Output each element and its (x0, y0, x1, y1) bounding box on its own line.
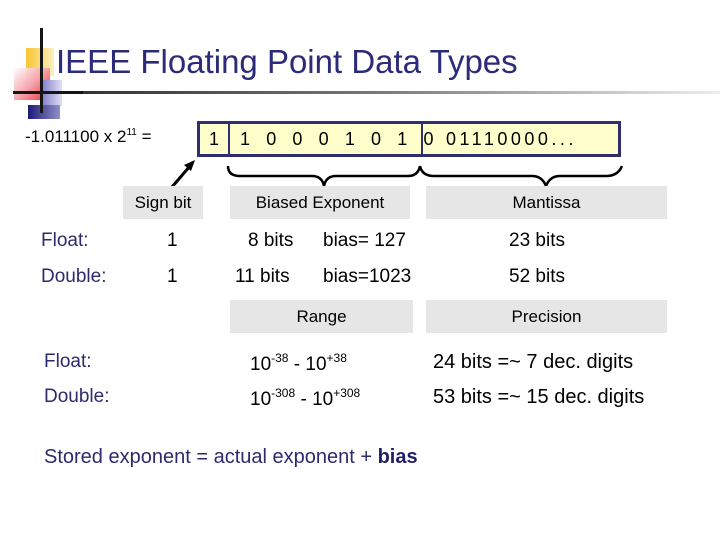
double-range-low-base: 10 (250, 389, 272, 410)
float-label: Float: (41, 230, 89, 251)
biased-exponent-label: Biased Exponent (230, 186, 410, 219)
float-range-sep: - (288, 354, 306, 375)
float-range: 10-38 - 10+38 (250, 351, 347, 376)
float-range-high-base: 10 (305, 354, 327, 375)
float-precision: 24 bits =~ 7 dec. digits (433, 351, 634, 373)
double-range-low-exp: -308 (271, 386, 296, 400)
mantissa-label: Mantissa (426, 186, 667, 219)
double-bias: bias=1023 (323, 266, 412, 287)
bias-formula-bold: bias (377, 446, 418, 468)
double-label-2: Double: (44, 386, 110, 407)
double-range: 10-308 - 10+308 (250, 386, 360, 411)
double-precision: 53 bits =~ 15 dec. digits (433, 386, 645, 408)
float-range-high-exp: +38 (326, 351, 347, 365)
double-range-sep: - (295, 389, 313, 410)
double-mantissa-bits: 52 bits (509, 266, 565, 287)
float-exponent-bits: 8 bits (248, 230, 294, 251)
float-range-low-exp: -38 (271, 351, 289, 365)
double-range-high-exp: +308 (333, 386, 361, 400)
mantissa-brace (418, 165, 624, 190)
float-bias: bias= 127 (323, 230, 406, 251)
double-exponent-bits: 11 bits (235, 266, 290, 287)
double-label: Double: (41, 266, 107, 287)
sign-bit-label: Sign bit (123, 186, 203, 219)
float-mantissa-bits: 23 bits (509, 230, 565, 251)
exponent-brace (226, 165, 422, 187)
float-sign-bits: 1 (167, 230, 178, 251)
precision-label: Precision (426, 300, 667, 333)
double-range-high-base: 10 (312, 389, 334, 410)
range-label: Range (230, 300, 413, 333)
double-sign-bits: 1 (167, 266, 178, 287)
float-label-2: Float: (44, 351, 92, 372)
bias-formula-text: Stored exponent = actual exponent + (44, 446, 378, 468)
sign-arrow (170, 160, 195, 188)
float-range-low-base: 10 (250, 354, 272, 375)
bias-formula: Stored exponent = actual exponent + bias (44, 446, 418, 469)
